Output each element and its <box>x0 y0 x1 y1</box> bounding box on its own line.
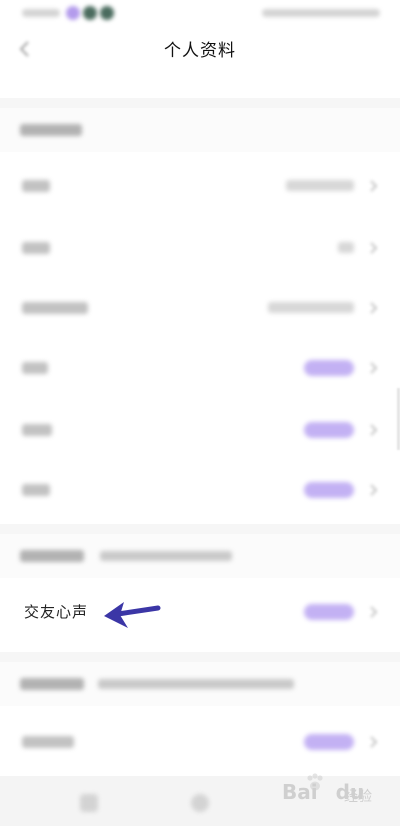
profile-row[interactable] <box>0 400 400 460</box>
nav-icon[interactable] <box>80 794 98 812</box>
row-label <box>22 736 74 748</box>
row-value <box>286 180 354 191</box>
status-system-icons <box>262 9 380 17</box>
value-pill <box>304 422 354 438</box>
notification-icon <box>100 6 114 20</box>
section-header <box>0 108 400 152</box>
chevron-right-icon <box>370 484 378 496</box>
value-pill <box>304 604 354 620</box>
page-title: 个人资料 <box>164 41 236 61</box>
row-value <box>338 242 354 253</box>
section-header <box>0 534 400 578</box>
status-notification-icons <box>66 6 114 20</box>
row-label <box>22 484 50 496</box>
row-label <box>22 362 48 374</box>
profile-row[interactable] <box>0 338 400 398</box>
row-label <box>22 424 52 436</box>
row-value <box>268 302 354 313</box>
nav-icon[interactable] <box>191 794 209 812</box>
chevron-right-icon <box>370 362 378 374</box>
chevron-right-icon <box>370 302 378 314</box>
status-bar <box>0 0 400 26</box>
value-pill <box>304 482 354 498</box>
profile-row[interactable] <box>0 218 400 278</box>
value-pill <box>304 734 354 750</box>
chevron-right-icon <box>370 180 378 192</box>
row-label <box>22 180 50 192</box>
section-divider <box>0 652 400 662</box>
chevron-right-icon <box>370 242 378 254</box>
row-label: 交友心声 <box>24 603 89 621</box>
pointing-arrow-icon <box>104 602 161 628</box>
section-divider <box>0 524 400 534</box>
chevron-right-icon <box>370 424 378 436</box>
section-divider <box>0 98 400 108</box>
row-label <box>22 242 50 254</box>
profile-row[interactable] <box>0 156 400 216</box>
notification-icon <box>66 6 80 20</box>
profile-row[interactable] <box>0 712 400 772</box>
status-time <box>22 9 60 17</box>
section-title <box>20 124 82 136</box>
baidu-jingyan-watermark: Bai du 经验 <box>282 772 394 812</box>
section-header <box>0 662 400 706</box>
top-app-bar: 个人资料 <box>0 26 400 74</box>
chevron-right-icon <box>370 736 378 748</box>
section-title <box>20 678 84 690</box>
value-pill <box>304 360 354 376</box>
section-hint <box>100 551 232 561</box>
section-title <box>20 550 84 562</box>
row-label <box>22 302 88 314</box>
profile-row-dating-statement[interactable]: 交友心声 <box>0 582 400 642</box>
profile-row[interactable] <box>0 278 400 338</box>
profile-row[interactable] <box>0 460 400 520</box>
section-hint <box>98 679 294 689</box>
chevron-right-icon <box>370 606 378 618</box>
notification-icon <box>83 6 97 20</box>
watermark-sub: 经验 <box>344 789 372 805</box>
